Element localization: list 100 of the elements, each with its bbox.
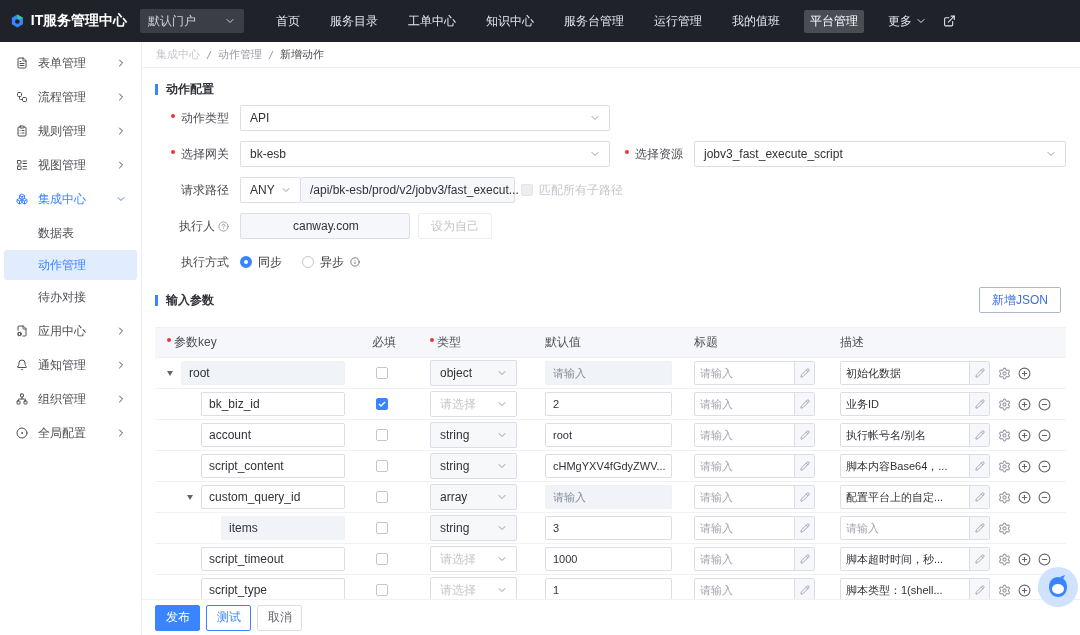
- add-icon[interactable]: [1018, 490, 1031, 504]
- sidebar-item[interactable]: 组织管理: [0, 382, 141, 416]
- more-menu[interactable]: 更多: [882, 9, 934, 33]
- edit-icon[interactable]: [969, 579, 989, 599]
- description-field[interactable]: 脚本内容Base64，...: [840, 454, 990, 478]
- type-select[interactable]: string: [430, 422, 517, 448]
- remove-icon[interactable]: [1038, 490, 1051, 504]
- expand-toggle-icon[interactable]: [167, 370, 173, 376]
- settings-icon[interactable]: [998, 397, 1011, 411]
- gateway-select[interactable]: bk-esb: [240, 141, 610, 167]
- executor-field[interactable]: canway.com: [240, 213, 410, 239]
- input-field[interactable]: script_type: [201, 578, 345, 599]
- input-field[interactable]: account: [201, 423, 345, 447]
- sidebar-item[interactable]: 集成中心: [0, 182, 141, 216]
- input-field[interactable]: 1: [545, 578, 672, 599]
- sidebar-item[interactable]: 规则管理: [0, 114, 141, 148]
- input-field[interactable]: script_content: [201, 454, 345, 478]
- edit-icon[interactable]: [794, 362, 814, 384]
- description-field[interactable]: 初始化数据: [840, 361, 990, 385]
- edit-icon[interactable]: [969, 455, 989, 477]
- remove-icon[interactable]: [1038, 397, 1051, 411]
- resource-select[interactable]: jobv3_fast_execute_script: [694, 141, 1066, 167]
- edit-icon[interactable]: [969, 362, 989, 384]
- checkbox[interactable]: [376, 553, 388, 565]
- description-field[interactable]: 脚本超时时间，秒...: [840, 547, 990, 571]
- add-icon[interactable]: [1018, 459, 1031, 473]
- checkbox[interactable]: [376, 367, 388, 379]
- type-select[interactable]: object: [430, 360, 517, 386]
- sidebar-item[interactable]: 表单管理: [0, 46, 141, 80]
- settings-icon[interactable]: [998, 459, 1011, 473]
- remove-icon[interactable]: [1038, 428, 1051, 442]
- nav-tab[interactable]: 服务台管理: [558, 9, 631, 33]
- settings-icon[interactable]: [998, 521, 1011, 535]
- settings-icon[interactable]: [998, 490, 1011, 504]
- add-icon[interactable]: [1018, 428, 1031, 442]
- add-icon[interactable]: [1018, 366, 1031, 380]
- input-field[interactable]: script_timeout: [201, 547, 345, 571]
- remove-icon[interactable]: [1038, 552, 1051, 566]
- method-select[interactable]: ANY: [240, 177, 301, 203]
- edit-icon[interactable]: [969, 517, 989, 539]
- description-field[interactable]: 配置平台上的自定...: [840, 485, 990, 509]
- input-field[interactable]: root: [545, 423, 672, 447]
- type-select[interactable]: string: [430, 453, 517, 479]
- settings-icon[interactable]: [998, 583, 1011, 597]
- edit-icon[interactable]: [969, 393, 989, 415]
- footer-button[interactable]: 发布: [155, 604, 200, 631]
- add-icon[interactable]: [1018, 583, 1031, 597]
- footer-button[interactable]: 测试: [206, 604, 251, 631]
- action-type-select[interactable]: API: [240, 105, 610, 131]
- sidebar-subitem[interactable]: 待办对接: [4, 282, 137, 312]
- edit-icon[interactable]: [969, 548, 989, 570]
- sidebar-item[interactable]: 应用中心: [0, 314, 141, 348]
- description-field[interactable]: 脚本类型：1(shell...: [840, 578, 990, 599]
- sidebar-item[interactable]: 流程管理: [0, 80, 141, 114]
- checkbox[interactable]: [376, 429, 388, 441]
- sidebar-item[interactable]: 视图管理: [0, 148, 141, 182]
- input-field[interactable]: cHMgYXV4fGdyZWV...: [545, 454, 672, 478]
- nav-tab[interactable]: 知识中心: [480, 9, 541, 33]
- radio-button[interactable]: [240, 256, 252, 268]
- nav-tab[interactable]: 首页: [270, 9, 307, 33]
- external-link-icon[interactable]: [943, 14, 956, 28]
- edit-icon[interactable]: [969, 424, 989, 446]
- edit-icon[interactable]: [794, 517, 814, 539]
- info-icon[interactable]: [350, 257, 360, 267]
- edit-icon[interactable]: [794, 579, 814, 599]
- type-select[interactable]: string: [430, 515, 517, 541]
- checkbox[interactable]: [376, 460, 388, 472]
- nav-tab[interactable]: 运行管理: [648, 9, 709, 33]
- sidebar-subitem[interactable]: 数据表: [4, 218, 137, 248]
- remove-icon[interactable]: [1038, 459, 1051, 473]
- expand-toggle-icon[interactable]: [187, 494, 193, 500]
- edit-icon[interactable]: [794, 455, 814, 477]
- edit-icon[interactable]: [794, 424, 814, 446]
- sidebar-item[interactable]: 全局配置: [0, 416, 141, 450]
- add-icon[interactable]: [1018, 552, 1031, 566]
- input-field[interactable]: bk_biz_id: [201, 392, 345, 416]
- checkbox[interactable]: [376, 584, 388, 596]
- settings-icon[interactable]: [998, 428, 1011, 442]
- add-json-button[interactable]: 新增JSON: [979, 287, 1061, 313]
- input-field[interactable]: custom_query_id: [201, 485, 345, 509]
- nav-tab[interactable]: 工单中心: [402, 9, 463, 33]
- footer-button[interactable]: 取消: [257, 604, 302, 631]
- sidebar-item[interactable]: 通知管理: [0, 348, 141, 382]
- edit-icon[interactable]: [969, 486, 989, 508]
- edit-icon[interactable]: [794, 548, 814, 570]
- help-icon[interactable]: [218, 220, 229, 232]
- edit-icon[interactable]: [794, 486, 814, 508]
- checkbox[interactable]: [376, 398, 388, 410]
- description-field[interactable]: 执行帐号名/别名: [840, 423, 990, 447]
- input-field[interactable]: 1000: [545, 547, 672, 571]
- settings-icon[interactable]: [998, 552, 1011, 566]
- checkbox[interactable]: [376, 522, 388, 534]
- type-select[interactable]: array: [430, 484, 517, 510]
- checkbox[interactable]: [376, 491, 388, 503]
- input-field[interactable]: 2: [545, 392, 672, 416]
- nav-tab[interactable]: 我的值班: [726, 9, 787, 33]
- add-icon[interactable]: [1018, 397, 1031, 411]
- description-field[interactable]: 业务ID: [840, 392, 990, 416]
- radio-button[interactable]: [302, 256, 314, 268]
- nav-tab[interactable]: 服务目录: [324, 9, 385, 33]
